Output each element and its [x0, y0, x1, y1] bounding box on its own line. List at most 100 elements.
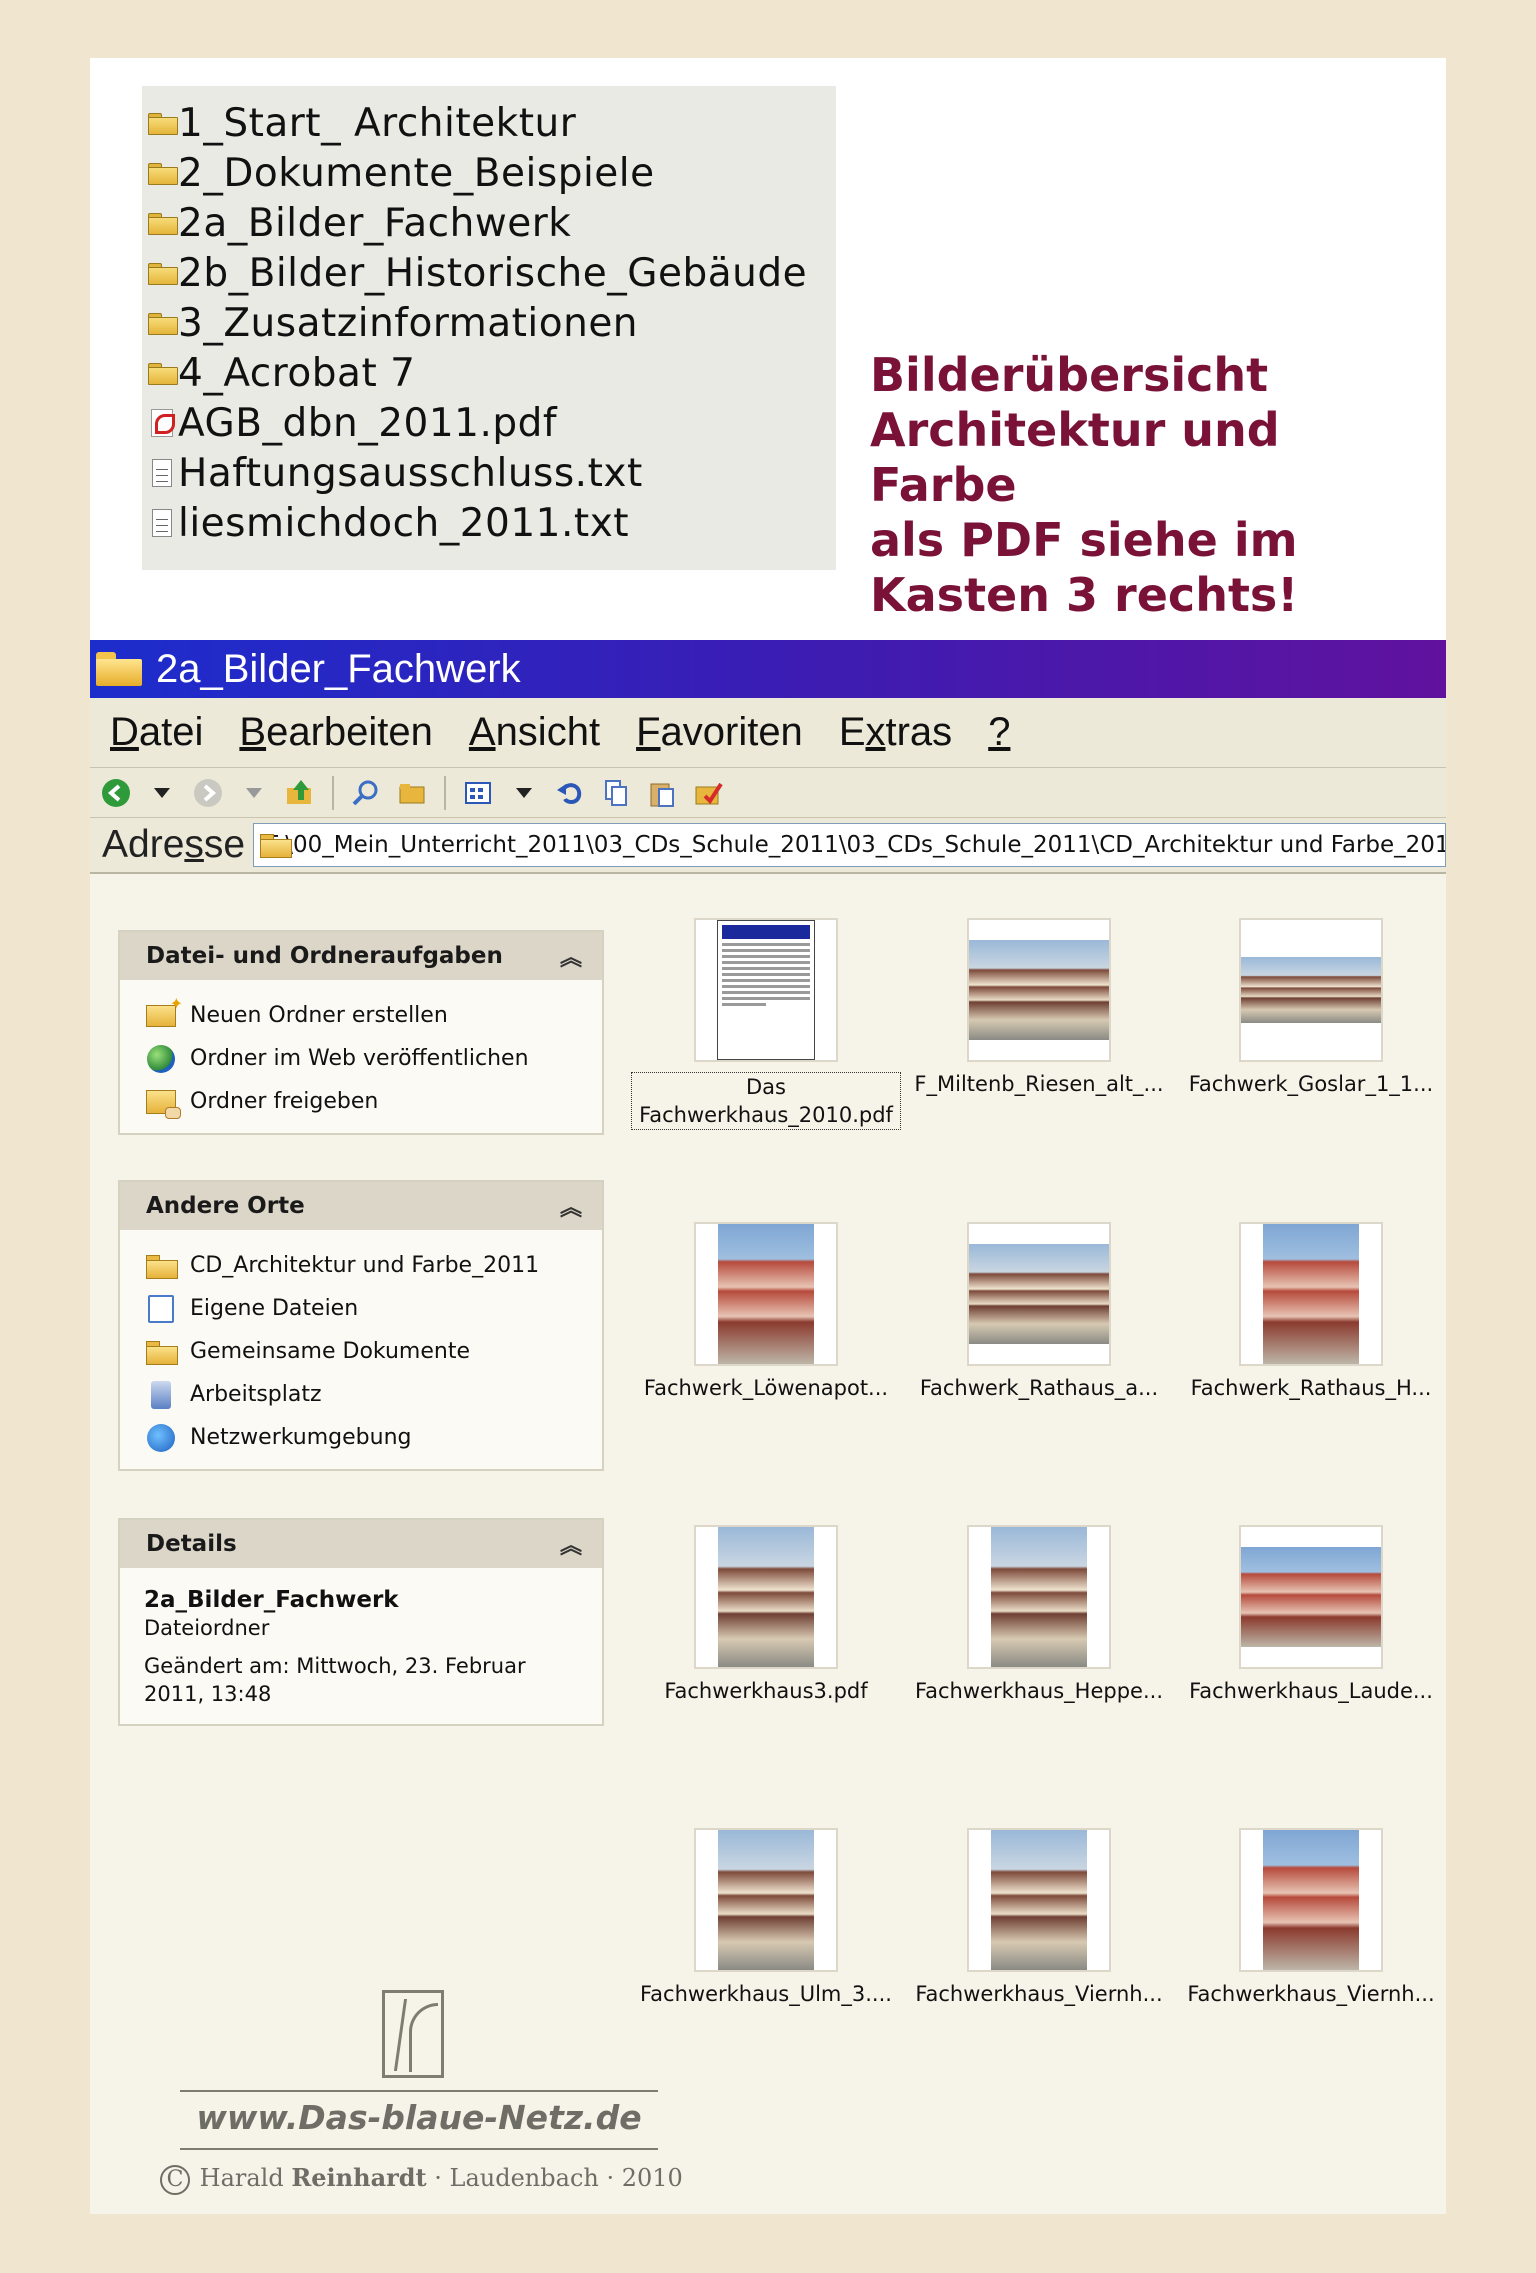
thumbnail-image — [694, 1222, 838, 1366]
file-thumbnail[interactable]: Fachwerkhaus3.pdf — [664, 1525, 868, 1703]
tree-item[interactable]: liesmichdoch_2011.txt — [142, 498, 836, 548]
address-bar: Adresse F:\00_Mein_Unterricht_2011\03_CD… — [90, 818, 1446, 874]
place-label: Netzwerkumgebung — [190, 1425, 412, 1450]
place-label: Gemeinsame Dokumente — [190, 1339, 470, 1364]
menu-bearbeiten[interactable]: Bearbeiten — [239, 710, 432, 755]
menu-extras[interactable]: Extras — [839, 710, 952, 755]
thumbnail-image — [967, 1828, 1111, 1972]
place-my-computer[interactable]: Arbeitsplatz — [144, 1373, 602, 1416]
details-name: 2a_Bilder_Fachwerk — [144, 1587, 399, 1613]
search-icon[interactable] — [348, 775, 384, 811]
file-thumbnail[interactable]: Das Fachwerkhaus_2010.pdf — [631, 918, 901, 1130]
tree-item[interactable]: 1_Start_ Architektur — [142, 98, 836, 148]
divider — [180, 2148, 658, 2150]
file-thumbnail[interactable]: Fachwerkhaus_Heppe... — [915, 1525, 1163, 1703]
explorer-window: 2a_Bilder_Fachwerk Datei Bearbeiten Ansi… — [90, 640, 1446, 2214]
file-label: Das Fachwerkhaus_2010.pdf — [631, 1072, 901, 1130]
toolbar — [90, 768, 1446, 818]
copy-icon[interactable] — [598, 775, 634, 811]
tasks-panel-header[interactable]: Datei- und Ordneraufgaben ︽ — [120, 932, 602, 980]
file-label: Fachwerkhaus_Viernh... — [915, 1982, 1163, 2006]
folder-icon — [144, 1251, 178, 1281]
brand-url: www.Das-blaue-Netz.de — [196, 2098, 642, 2137]
file-thumbnail[interactable]: Fachwerkhaus_Ulm_3.... — [640, 1828, 892, 2006]
headline-text: Bilderübersicht Architektur und Farbe al… — [870, 348, 1440, 623]
places-panel-header[interactable]: Andere Orte ︽ — [120, 1182, 602, 1230]
folder-icon — [146, 108, 178, 138]
collapse-icon[interactable]: ︽ — [560, 1190, 582, 1222]
folder-icon — [144, 1337, 178, 1367]
tree-item[interactable]: Haftungsausschluss.txt — [142, 448, 836, 498]
back-dropdown-icon[interactable] — [144, 775, 180, 811]
panel-title: Andere Orte — [146, 1193, 305, 1219]
collapse-icon[interactable]: ︽ — [560, 940, 582, 972]
task-share-folder[interactable]: Ordner freigeben — [144, 1080, 602, 1123]
new-folder-icon — [144, 994, 183, 1031]
file-label: Fachwerkhaus_Laude... — [1189, 1679, 1433, 1703]
menu-datei[interactable]: Datei — [110, 710, 203, 755]
folders-icon[interactable] — [394, 775, 430, 811]
menu-favoriten[interactable]: Favoriten — [636, 710, 803, 755]
file-thumbnail[interactable]: Fachwerk_Löwenapot... — [644, 1222, 888, 1400]
author-last-name: Reinhardt — [291, 2163, 427, 2192]
divider — [180, 2090, 658, 2092]
task-label: Ordner im Web veröffentlichen — [190, 1046, 529, 1071]
address-input[interactable]: F:\00_Mein_Unterricht_2011\03_CDs_Schule… — [253, 823, 1446, 867]
file-thumbnail[interactable]: Fachwerk_Rathaus_H... — [1191, 1222, 1431, 1400]
tree-item[interactable]: 3_Zusatzinformationen — [142, 298, 836, 348]
pdf-file-icon — [146, 408, 178, 438]
file-label: Fachwerk_Rathaus_a... — [919, 1376, 1159, 1400]
places-panel: Andere Orte ︽ CD_Architektur und Farbe_2… — [118, 1180, 604, 1471]
text-file-icon — [146, 458, 178, 488]
file-thumbnail[interactable]: Fachwerkhaus_Viernh... — [915, 1828, 1163, 2006]
views-icon[interactable] — [460, 775, 496, 811]
task-new-folder[interactable]: Neuen Ordner erstellen — [144, 994, 602, 1037]
details-modified-time: 2011, 13:48 — [144, 1682, 272, 1706]
tree-item[interactable]: AGB_dbn_2011.pdf — [142, 398, 836, 448]
forward-dropdown-icon[interactable] — [236, 775, 272, 811]
tree-item[interactable]: 2a_Bilder_Fachwerk — [142, 198, 836, 248]
back-icon[interactable] — [98, 775, 134, 811]
paste-icon[interactable] — [644, 775, 680, 811]
documents-icon — [144, 1294, 178, 1324]
file-label: Fachwerk_Rathaus_H... — [1190, 1376, 1432, 1400]
text-file-icon — [146, 508, 178, 538]
place-label: CD_Architektur und Farbe_2011 — [190, 1253, 540, 1278]
tree-item[interactable]: 2_Dokumente_Beispiele — [142, 148, 836, 198]
details-panel: Details ︽ 2a_Bilder_Fachwerk Dateiordner… — [118, 1518, 604, 1726]
menu-help[interactable]: ? — [988, 710, 1010, 755]
place-cd-folder[interactable]: CD_Architektur und Farbe_2011 — [144, 1244, 602, 1287]
folder-icon — [146, 308, 178, 338]
thumbnail-image — [1239, 1525, 1383, 1669]
up-folder-icon[interactable] — [282, 775, 318, 811]
folder-tree-list: 1_Start_ Architektur 2_Dokumente_Beispie… — [142, 86, 836, 570]
thumbnail-image — [1239, 1828, 1383, 1972]
place-my-documents[interactable]: Eigene Dateien — [144, 1287, 602, 1330]
views-dropdown-icon[interactable] — [506, 775, 542, 811]
place-shared-documents[interactable]: Gemeinsame Dokumente — [144, 1330, 602, 1373]
thumbnail-image — [694, 1828, 838, 1972]
file-thumbnail[interactable]: Fachwerk_Rathaus_a... — [920, 1222, 1158, 1400]
menu-ansicht[interactable]: Ansicht — [469, 710, 600, 755]
title-bar[interactable]: 2a_Bilder_Fachwerk — [90, 640, 1446, 698]
copyright-rest: · Laudenbach · 2010 — [434, 2164, 683, 2192]
file-label: Fachwerkhaus_Heppe... — [914, 1679, 1163, 1703]
file-thumbnail[interactable]: Fachwerkhaus_Viernh... — [1187, 1828, 1435, 2006]
details-type: Dateiordner — [144, 1616, 270, 1640]
details-panel-header[interactable]: Details ︽ — [120, 1520, 602, 1568]
tree-item[interactable]: 4_Acrobat 7 — [142, 348, 836, 398]
file-thumbnail[interactable]: Fachwerkhaus_Laude... — [1189, 1525, 1433, 1703]
forward-icon[interactable] — [190, 775, 226, 811]
collapse-icon[interactable]: ︽ — [560, 1528, 582, 1560]
undo-icon[interactable] — [552, 775, 588, 811]
toolbar-separator — [444, 775, 446, 810]
task-publish-web[interactable]: Ordner im Web veröffentlichen — [144, 1037, 602, 1080]
headline-line: Architektur und Farbe — [870, 403, 1280, 512]
place-network[interactable]: Netzwerkumgebung — [144, 1416, 602, 1459]
file-thumbnail[interactable]: F_Miltenb_Riesen_alt_... — [914, 918, 1164, 1096]
toolbar-separator — [332, 775, 334, 810]
tree-item[interactable]: 2b_Bilder_Historische_Gebäude — [142, 248, 836, 298]
file-thumbnail[interactable]: Fachwerk_Goslar_1_1... — [1189, 918, 1433, 1096]
copyright-text: C Harald Reinhardt · Laudenbach · 2010 — [160, 2163, 683, 2195]
properties-icon[interactable] — [690, 775, 726, 811]
